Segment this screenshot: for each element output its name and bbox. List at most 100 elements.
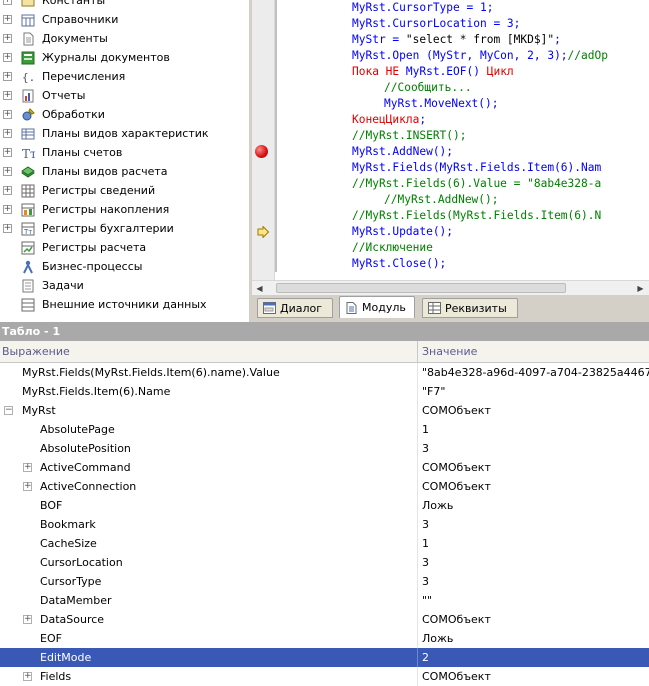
- tree-item[interactable]: Регистры расчета: [0, 238, 249, 257]
- expression-cell[interactable]: MyRst: [22, 401, 56, 420]
- tablo-row[interactable]: CursorLocation 3: [0, 553, 649, 572]
- value-cell[interactable]: Ложь: [422, 629, 453, 648]
- code-line[interactable]: MyStr = "select * from [MKD$]";: [352, 32, 561, 48]
- value-cell[interactable]: COMОбъект: [422, 401, 491, 420]
- editor-gutter[interactable]: [252, 0, 275, 280]
- tablo-row[interactable]: CursorType 3: [0, 572, 649, 591]
- expression-cell[interactable]: BOF: [40, 496, 62, 515]
- tree-item[interactable]: + Справочники: [0, 10, 249, 29]
- expression-cell[interactable]: CacheSize: [40, 534, 97, 553]
- column-header-expression[interactable]: Выражение: [2, 341, 70, 362]
- tree-item[interactable]: + Тт Регистры бухгалтерии: [0, 219, 249, 238]
- expression-cell[interactable]: CursorType: [40, 572, 101, 591]
- tree-item[interactable]: + Журналы документов: [0, 48, 249, 67]
- tree-item[interactable]: + Планы видов характеристик: [0, 124, 249, 143]
- expression-cell[interactable]: MyRst.Fields(MyRst.Fields.Item(6).name).…: [22, 363, 280, 382]
- tablo-row[interactable]: EOF Ложь: [0, 629, 649, 648]
- value-cell[interactable]: 1: [422, 534, 429, 553]
- tablo-row[interactable]: EditMode 2: [0, 648, 649, 667]
- code-line[interactable]: MyRst.Open (MyStr, MyCon, 2, 3);//adOp: [352, 48, 608, 64]
- value-cell[interactable]: "": [422, 591, 432, 610]
- expression-cell[interactable]: EOF: [40, 629, 62, 648]
- value-cell[interactable]: "8ab4e328-a96d-4097-a704-23825a446727": [422, 363, 649, 382]
- tree-item[interactable]: Задачи: [0, 276, 249, 295]
- expression-cell[interactable]: DataMember: [40, 591, 112, 610]
- code-line[interactable]: MyRst.Fields(MyRst.Fields.Item(6).Nam: [352, 160, 601, 176]
- tree-item[interactable]: + {.} Перечисления: [0, 67, 249, 86]
- expand-icon[interactable]: +: [3, 72, 12, 81]
- tree-item[interactable]: + Регистры сведений: [0, 181, 249, 200]
- tablo-row[interactable]: AbsolutePosition 3: [0, 439, 649, 458]
- tablo-row[interactable]: DataMember "": [0, 591, 649, 610]
- code-line[interactable]: //MyRst.AddNew();: [384, 192, 499, 208]
- tablo-row[interactable]: MyRst.Fields(MyRst.Fields.Item(6).name).…: [0, 363, 649, 382]
- tablo-row[interactable]: BOF Ложь: [0, 496, 649, 515]
- expression-cell[interactable]: AbsolutePosition: [40, 439, 131, 458]
- tab-attributes[interactable]: Реквизиты: [422, 298, 518, 318]
- tablo-row[interactable]: + ActiveCommand COMОбъект: [0, 458, 649, 477]
- tree-item[interactable]: + Документы: [0, 29, 249, 48]
- tree-item[interactable]: Бизнес-процессы: [0, 257, 249, 276]
- code-line[interactable]: MyRst.MoveNext();: [384, 96, 499, 112]
- expression-cell[interactable]: ActiveConnection: [40, 477, 136, 496]
- code-line[interactable]: MyRst.Update();: [352, 224, 453, 240]
- expand-icon[interactable]: +: [23, 615, 32, 624]
- expand-icon[interactable]: +: [3, 148, 12, 157]
- expand-icon[interactable]: +: [3, 91, 12, 100]
- code-line[interactable]: MyRst.Close();: [352, 256, 446, 272]
- expression-cell[interactable]: AbsolutePage: [40, 420, 115, 439]
- scroll-left-icon[interactable]: ◀: [254, 283, 265, 294]
- expand-icon[interactable]: +: [3, 129, 12, 138]
- value-cell[interactable]: 3: [422, 439, 429, 458]
- expand-icon[interactable]: +: [3, 34, 12, 43]
- code-line[interactable]: MyRst.CursorType = 1;: [352, 0, 493, 16]
- tree-item[interactable]: + Константы: [0, 0, 249, 10]
- expand-icon[interactable]: +: [3, 15, 12, 24]
- tablo-row[interactable]: AbsolutePage 1: [0, 420, 649, 439]
- value-cell[interactable]: 3: [422, 515, 429, 534]
- code-line[interactable]: //MyRst.Fields(6).Value = "8ab4e328-a: [352, 176, 601, 192]
- expand-icon[interactable]: +: [23, 463, 32, 472]
- tablo-row[interactable]: CacheSize 1: [0, 534, 649, 553]
- code-line[interactable]: //Сообщить...: [384, 80, 472, 96]
- tablo-row[interactable]: Bookmark 3: [0, 515, 649, 534]
- expression-cell[interactable]: Bookmark: [40, 515, 96, 534]
- expression-cell[interactable]: DataSource: [40, 610, 104, 629]
- expression-cell[interactable]: ActiveCommand: [40, 458, 131, 477]
- tree-item[interactable]: + Регистры накопления: [0, 200, 249, 219]
- value-cell[interactable]: 2: [422, 648, 429, 667]
- value-cell[interactable]: COMОбъект: [422, 610, 491, 629]
- expand-icon[interactable]: +: [23, 482, 32, 491]
- breakpoint-icon[interactable]: [255, 145, 268, 158]
- tab-module[interactable]: Модуль: [339, 296, 415, 318]
- expand-icon[interactable]: +: [3, 186, 12, 195]
- tree-item[interactable]: + Тт Планы счетов: [0, 143, 249, 162]
- expand-icon[interactable]: +: [3, 205, 12, 214]
- code-line[interactable]: MyRst.CursorLocation = 3;: [352, 16, 520, 32]
- expand-icon[interactable]: +: [3, 224, 12, 233]
- tree-item[interactable]: + Планы видов расчета: [0, 162, 249, 181]
- code-editor[interactable]: MyRst.CursorType = 1; MyRst.CursorLocatio…: [252, 0, 649, 280]
- tablo-row[interactable]: − MyRst COMОбъект: [0, 401, 649, 420]
- code-line[interactable]: Пока НЕ MyRst.EOF() Цикл: [352, 64, 514, 80]
- expression-cell[interactable]: CursorLocation: [40, 553, 123, 572]
- value-cell[interactable]: "F7": [422, 382, 445, 401]
- expand-icon[interactable]: +: [3, 167, 12, 176]
- expand-icon[interactable]: +: [3, 110, 12, 119]
- code-line[interactable]: //MyRst.Fields(MyRst.Fields.Item(6).N: [352, 208, 601, 224]
- value-cell[interactable]: 3: [422, 553, 429, 572]
- value-cell[interactable]: 1: [422, 420, 429, 439]
- tree-item[interactable]: Внешние источники данных: [0, 295, 249, 314]
- expression-cell[interactable]: MyRst.Fields.Item(6).Name: [22, 382, 170, 401]
- tablo-row[interactable]: MyRst.Fields.Item(6).Name "F7": [0, 382, 649, 401]
- collapse-icon[interactable]: −: [4, 406, 13, 415]
- scroll-right-icon[interactable]: ▶: [635, 283, 646, 294]
- code-line[interactable]: MyRst.AddNew();: [352, 144, 453, 160]
- expression-cell[interactable]: EditMode: [40, 648, 91, 667]
- expand-icon[interactable]: +: [3, 53, 12, 62]
- code-line[interactable]: //MyRst.INSERT();: [352, 128, 467, 144]
- expand-icon[interactable]: +: [3, 0, 12, 5]
- value-cell[interactable]: COMОбъект: [422, 477, 491, 496]
- value-cell[interactable]: Ложь: [422, 496, 453, 515]
- tab-dialog[interactable]: Диалог: [257, 298, 333, 318]
